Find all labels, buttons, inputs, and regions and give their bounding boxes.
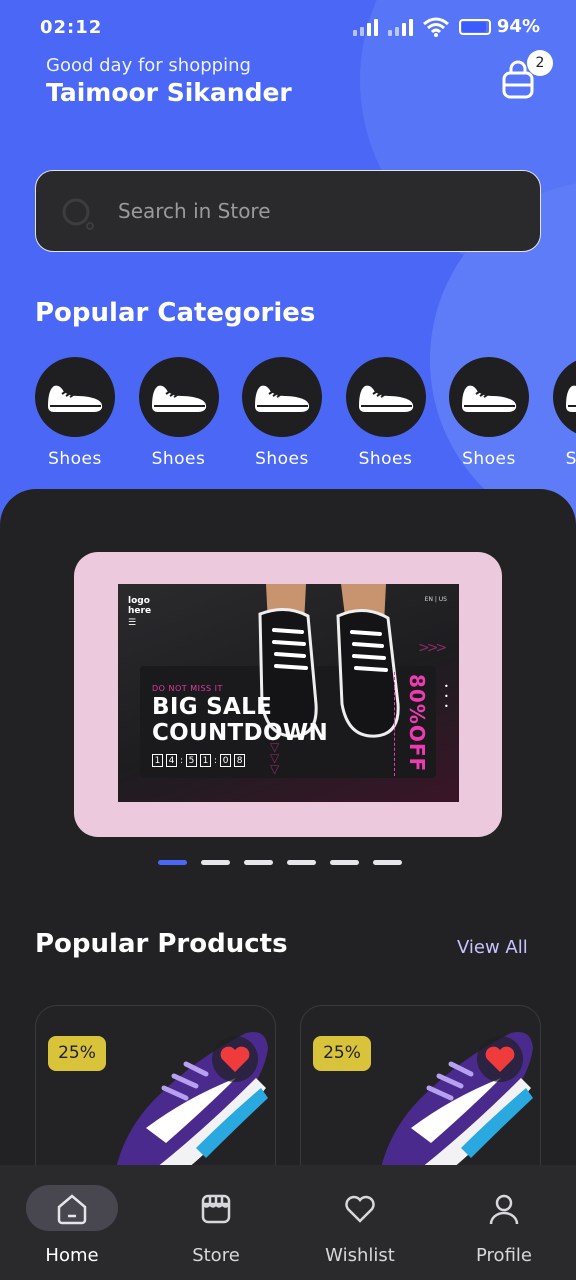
status-bar: 02:12 94% <box>0 0 576 56</box>
category-item[interactable]: Shoes <box>552 357 576 469</box>
cart-count-badge: 2 <box>527 50 553 76</box>
carousel-dot[interactable] <box>287 860 316 865</box>
timer-sep: : <box>214 755 218 766</box>
poster-lang: EN | US <box>424 596 447 603</box>
nav-label: Store <box>192 1245 240 1266</box>
store-icon <box>201 1194 231 1224</box>
shoe-icon <box>358 385 413 412</box>
greeting-text: Good day for shopping <box>46 55 251 76</box>
category-list: Shoes Shoes Shoes Shoes Shoes Shoes <box>35 357 576 477</box>
status-time: 02:12 <box>40 17 103 38</box>
category-bubble <box>242 357 322 437</box>
poster-logo: logo here <box>128 596 152 616</box>
menu-icon: ☰ <box>128 618 137 628</box>
category-item[interactable]: Shoes <box>345 357 426 469</box>
categories-title: Popular Categories <box>35 298 316 328</box>
category-item[interactable]: Shoes <box>449 357 529 469</box>
carousel-dot[interactable] <box>330 860 359 865</box>
battery-icon <box>458 18 491 35</box>
timer-digit: 1 <box>152 754 163 767</box>
poster-offer: 80%OFF <box>405 674 429 773</box>
category-bubble <box>35 357 115 437</box>
signal-icon <box>387 18 413 36</box>
timer-digit: 5 <box>186 754 198 767</box>
banner-image[interactable]: logo here ☰ EN | US >>> DO NOT MISS IT B… <box>118 584 459 802</box>
nav-item-profile[interactable]: Profile <box>449 1185 559 1266</box>
battery-percent: 94% <box>496 16 540 37</box>
search-bar[interactable]: Search in Store <box>35 170 541 252</box>
category-bubble <box>449 357 529 437</box>
bottom-nav: Home Store Wishlist Profile <box>0 1165 576 1280</box>
poster-headline: BIG SALE COUNTDOWN <box>152 694 329 746</box>
dots-icon: • • • <box>444 682 449 711</box>
carousel-dot[interactable] <box>158 860 187 865</box>
carousel-dot[interactable] <box>201 860 230 865</box>
category-label: Shoes <box>48 449 102 469</box>
category-item[interactable]: Shoes <box>242 357 322 469</box>
shoe-icon <box>151 385 206 412</box>
shoe-icon <box>48 385 103 412</box>
timer-digit: 0 <box>220 754 232 767</box>
products-title: Popular Products <box>35 929 288 959</box>
search-placeholder: Search in Store <box>118 199 271 223</box>
nav-label: Profile <box>476 1245 532 1266</box>
carousel-dot[interactable] <box>373 860 402 865</box>
shoe-icon <box>565 385 576 412</box>
category-label: Shoes <box>565 449 576 469</box>
wifi-icon <box>422 17 449 37</box>
down-chevrons-icon: ▽ ▽ ▽ <box>270 740 280 776</box>
nav-item-home[interactable]: Home <box>17 1185 127 1266</box>
favorite-heart-icon[interactable] <box>212 1036 258 1082</box>
category-label: Shoes <box>151 449 206 469</box>
user-icon <box>489 1194 519 1225</box>
discount-badge: 25% <box>48 1036 106 1071</box>
timer-sep: : <box>180 755 184 766</box>
search-icon <box>62 198 94 230</box>
category-label: Shoes <box>358 449 413 469</box>
category-item[interactable]: Shoes <box>35 357 115 469</box>
countdown-timer: 14:51:08 <box>152 754 246 767</box>
favorite-heart-icon[interactable] <box>477 1036 523 1082</box>
timer-digit: 1 <box>200 754 212 767</box>
category-item[interactable]: Shoes <box>138 357 219 469</box>
home-icon <box>57 1194 87 1225</box>
category-label: Shoes <box>462 449 516 469</box>
nav-label: Home <box>45 1245 99 1266</box>
signal-icon <box>352 18 378 36</box>
carousel-dot[interactable] <box>244 860 273 865</box>
carousel-indicators <box>158 860 402 865</box>
nav-item-store[interactable]: Store <box>161 1185 271 1266</box>
cart-button[interactable]: 2 <box>500 50 553 104</box>
nav-item-wishlist[interactable]: Wishlist <box>305 1185 415 1266</box>
shoe-icon <box>462 385 517 412</box>
category-label: Shoes <box>255 449 309 469</box>
battery-fill <box>461 21 487 32</box>
timer-digit: 4 <box>166 754 177 767</box>
category-bubble <box>552 357 576 437</box>
status-icons: 94% <box>352 16 540 37</box>
heart-icon <box>345 1195 375 1223</box>
poster-tagline: DO NOT MISS IT <box>152 684 223 693</box>
user-name: Taimoor Sikander <box>46 78 292 107</box>
shoe-icon <box>255 385 310 412</box>
battery-indicator: 94% <box>458 16 540 37</box>
category-bubble <box>345 357 426 437</box>
nav-label: Wishlist <box>325 1245 395 1266</box>
timer-digit: 8 <box>234 754 246 767</box>
discount-badge: 25% <box>313 1036 371 1071</box>
view-all-link[interactable]: View All <box>457 937 528 958</box>
category-bubble <box>138 357 219 437</box>
